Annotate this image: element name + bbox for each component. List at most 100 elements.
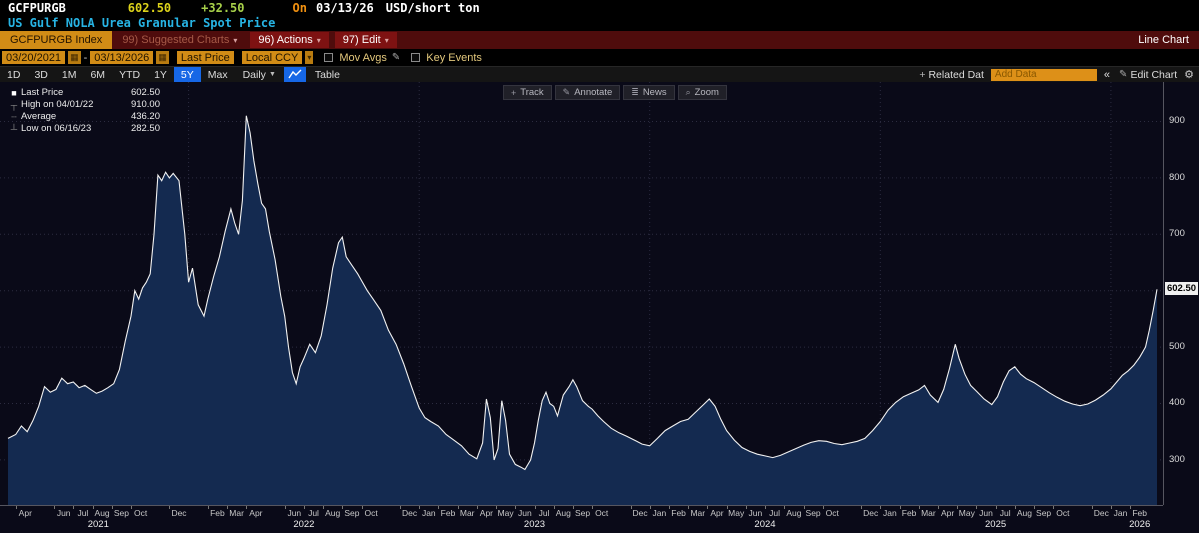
x-axis-year-label: 2022 — [293, 519, 315, 530]
x-axis-month-label: May — [958, 508, 975, 518]
x-axis-month-label: Apr — [940, 508, 955, 518]
x-axis-month-label: Sep — [805, 508, 821, 518]
date-from-field[interactable]: 03/20/2021 — [2, 51, 66, 64]
x-axis-tick — [73, 506, 75, 509]
calendar-icon[interactable]: ▦ — [156, 51, 169, 64]
period-3d-button[interactable]: 3D — [27, 67, 54, 82]
edit-chart-button[interactable]: ✎ Edit Chart — [1117, 69, 1177, 81]
x-axis-month-label: Apr — [249, 508, 263, 518]
x-axis-tick — [918, 506, 920, 509]
x-axis-month-label: Jul — [769, 508, 781, 518]
x-axis-tick — [131, 506, 132, 509]
date-to-field[interactable]: 03/13/2026 — [90, 51, 154, 64]
x-axis-tick — [284, 506, 286, 509]
x-axis-month-label: Jan — [652, 508, 667, 518]
period-1d-button[interactable]: 1D — [0, 67, 27, 82]
suggested-charts-menu[interactable]: 99) Suggested Charts ▾ — [112, 31, 247, 49]
key-events-label: Key Events — [426, 51, 482, 64]
chart-legend: ■ Last Price 602.50 ┬ High on 04/01/22 9… — [7, 87, 160, 135]
x-axis-tick — [476, 506, 478, 509]
y-axis-label: 500 — [1169, 341, 1185, 353]
x-axis-month-label: Mar — [459, 508, 475, 518]
x-axis-month-label: Aug — [786, 508, 802, 518]
high-marker-icon: ┬ — [10, 100, 18, 110]
price-line-chart[interactable] — [0, 82, 1163, 505]
x-axis-tick — [92, 506, 94, 509]
x-axis-tick — [938, 506, 939, 509]
mov-avgs-checkbox[interactable] — [324, 53, 334, 62]
x-axis: Apr Jun Jul Aug Sep Oct Dec Feb Mar Apr Jun Jul Aug S… — [0, 505, 1163, 533]
x-axis-month-label: Oct — [595, 508, 609, 518]
x-axis-tick — [515, 506, 517, 509]
x-axis-tick — [765, 506, 766, 509]
chart-tool-track-button[interactable]: + Track — [503, 85, 552, 100]
quote-line: GCFPURGB 602.50 +32.50 On 03/13/26 USD/s… — [0, 0, 1199, 15]
x-axis-month-label: Jun — [287, 508, 302, 518]
currency-select[interactable]: Local CCY — [241, 51, 303, 64]
x-axis-tick — [649, 506, 651, 509]
x-axis-tick — [1110, 506, 1112, 509]
x-axis-tick — [995, 506, 997, 509]
x-axis-tick — [1014, 506, 1016, 509]
last-price-badge: 602.50 — [1165, 282, 1198, 296]
actions-menu[interactable]: 96) Actions ▾ — [250, 32, 329, 48]
chart-tool-zoom-button[interactable]: ⌕ Zoom — [677, 85, 727, 100]
dropdown-icon: ▼ — [268, 71, 276, 78]
pencil-icon: ✎ — [1119, 69, 1128, 80]
y-axis-label: 700 — [1169, 228, 1185, 240]
legend-low-label: Low on 06/16/23 — [21, 123, 92, 134]
line-chart-icon — [288, 69, 302, 79]
security-description-row: US Gulf NOLA Urea Granular Spot Price — [0, 15, 1199, 31]
x-axis-tick — [745, 506, 747, 509]
x-axis-month-label: Sep — [574, 508, 591, 518]
x-axis-year-label: 2023 — [523, 519, 546, 530]
chart-tool-annotate-button[interactable]: ✎ Annotate — [554, 85, 621, 100]
pencil-icon[interactable]: ✎ — [392, 52, 400, 63]
x-axis-tick — [54, 506, 56, 509]
y-axis-label: 300 — [1169, 453, 1185, 465]
price-field-select[interactable]: Last Price — [176, 51, 234, 64]
x-axis-tick — [323, 506, 325, 509]
x-axis-tick — [246, 506, 248, 509]
chart-area[interactable]: ■ Last Price 602.50 ┬ High on 04/01/22 9… — [0, 82, 1199, 533]
legend-average-value: 436.20 — [130, 111, 160, 122]
gear-icon[interactable]: ⚙ — [1184, 68, 1194, 81]
period-bar: 1D 3D 1M 6M YTD 1Y 5Y Max Daily ▼ Table + Relat… — [0, 66, 1199, 82]
x-axis-tick — [361, 506, 363, 509]
line-chart-type-button[interactable] — [283, 67, 306, 82]
chart-tool-label: Track — [520, 87, 544, 98]
collapse-icon[interactable]: « — [1104, 69, 1110, 81]
edit-menu[interactable]: 97) Edit ▾ — [334, 32, 397, 48]
chart-tool-label: Annotate — [574, 87, 613, 98]
ticker-tab[interactable]: GCFPURGB Index — [0, 31, 113, 49]
related-data-button[interactable]: + Related Dat — [919, 69, 984, 81]
line-swatch-icon: ■ — [11, 88, 17, 98]
x-axis-month-label: Jul — [308, 508, 319, 518]
period-1m-button[interactable]: 1M — [55, 67, 84, 82]
calendar-icon[interactable]: ▦ — [68, 51, 81, 64]
on-label: On — [292, 0, 307, 15]
x-axis-tick — [822, 506, 824, 509]
x-axis-month-label: Sep — [1036, 508, 1052, 518]
period-ytd-button[interactable]: YTD — [112, 67, 147, 82]
period-5y-button[interactable]: 5Y — [173, 67, 201, 82]
chart-tools-toolbar: + Track ✎ Annotate ≣ News ⌕ Zoom — [503, 85, 727, 100]
x-axis-month-label: Jun — [979, 508, 993, 518]
x-axis-month-label: Aug — [1016, 508, 1032, 518]
chart-tool-news-button[interactable]: ≣ News — [623, 85, 675, 100]
legend-average-label: Average — [21, 111, 57, 122]
period-1y-button[interactable]: 1Y — [147, 67, 174, 82]
period-6m-button[interactable]: 6M — [83, 67, 112, 82]
period-max-button[interactable]: Max — [201, 67, 235, 82]
x-axis-tick — [227, 506, 228, 509]
x-axis-year-label: 2025 — [985, 519, 1007, 530]
table-view-button[interactable]: Table — [306, 67, 349, 82]
add-data-input[interactable]: Add Data — [990, 68, 1097, 81]
news-icon: ≣ — [631, 87, 639, 97]
frequency-select[interactable]: Daily ▼ — [235, 69, 284, 81]
date-range-dash: - — [83, 51, 88, 64]
x-axis-tick — [803, 506, 805, 509]
x-axis-tick — [15, 506, 17, 509]
key-events-checkbox[interactable] — [411, 53, 421, 62]
chevron-down-icon[interactable]: ▾ — [305, 51, 314, 64]
